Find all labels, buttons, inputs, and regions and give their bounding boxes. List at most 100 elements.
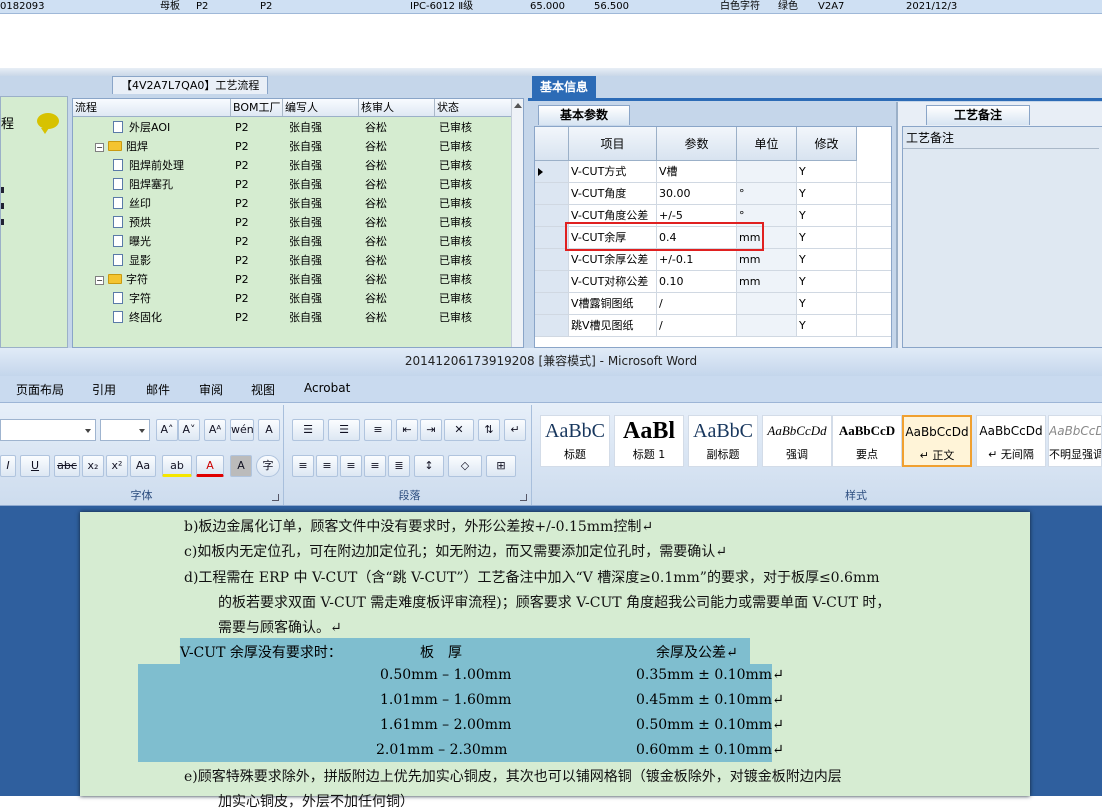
tab-view[interactable]: 视图 xyxy=(251,381,275,398)
highlight-button[interactable]: ab xyxy=(162,455,192,477)
tree-node[interactable]: 字符 xyxy=(113,289,151,308)
collapse-icon[interactable]: − xyxy=(95,276,104,285)
param-unit[interactable] xyxy=(737,315,797,337)
tree-node[interactable]: 终固化 xyxy=(113,308,162,327)
param-unit[interactable]: mm xyxy=(737,249,797,271)
tree-node[interactable]: 阻焊塞孔 xyxy=(113,175,173,194)
subscript-button[interactable]: x₂ xyxy=(82,455,104,477)
param-modify[interactable]: Y xyxy=(797,205,857,227)
param-row[interactable]: V-CUT余厚公差 +/-0.1 mm Y xyxy=(535,249,891,271)
shading-icon[interactable]: ◇ xyxy=(448,455,482,477)
remarks-body[interactable]: 工艺备注 xyxy=(902,126,1102,348)
distributed-icon[interactable]: ≣ xyxy=(388,455,410,477)
tree-row[interactable]: 曝光 P2 张自强 谷松 已审核 xyxy=(73,232,513,251)
tree-row[interactable]: 终固化 P2 张自强 谷松 已审核 xyxy=(73,308,513,327)
param-modify[interactable]: Y xyxy=(797,161,857,183)
tree-node[interactable]: 丝印 xyxy=(113,194,151,213)
row-header[interactable] xyxy=(535,293,569,315)
col-reviewer[interactable]: 核审人 xyxy=(359,99,435,116)
tree-row[interactable]: 外层AOI P2 张自强 谷松 已审核 xyxy=(73,118,513,137)
param-row[interactable]: 跳V槽见图纸 / Y xyxy=(535,315,891,337)
style-emphasis[interactable]: AaBbCcDd 强调 xyxy=(762,415,832,467)
row-header[interactable] xyxy=(535,271,569,293)
decrease-indent-icon[interactable]: ⇤ xyxy=(396,419,418,441)
param-modify[interactable]: Y xyxy=(797,315,857,337)
param-modify[interactable]: Y xyxy=(797,249,857,271)
col-unit[interactable]: 单位 xyxy=(737,127,797,161)
align-left-icon[interactable]: ≡ xyxy=(292,455,314,477)
param-value[interactable]: 30.00 xyxy=(657,183,737,205)
col-writer[interactable]: 编写人 xyxy=(283,99,359,116)
param-value[interactable]: +/-0.1 xyxy=(657,249,737,271)
sort-icon[interactable]: ⇅ xyxy=(478,419,500,441)
shrink-font-button[interactable]: A˅ xyxy=(178,419,200,441)
param-unit[interactable] xyxy=(737,161,797,183)
tree-row[interactable]: − 阻焊 P2 张自强 谷松 已审核 xyxy=(73,137,513,156)
param-row[interactable]: V-CUT对称公差 0.10 mm Y xyxy=(535,271,891,293)
style-title[interactable]: AaBbC 标题 xyxy=(540,415,610,467)
show-marks-icon[interactable]: ↵ xyxy=(504,419,526,441)
param-row[interactable]: V-CUT方式 V槽 Y xyxy=(535,161,891,183)
param-value[interactable]: / xyxy=(657,293,737,315)
tree-node[interactable]: 预烘 xyxy=(113,213,151,232)
enclose-char-button[interactable]: 字 xyxy=(256,455,280,477)
tree-row[interactable]: 显影 P2 张自强 谷松 已审核 xyxy=(73,251,513,270)
grow-font-button[interactable]: A˄ xyxy=(156,419,178,441)
row-header[interactable] xyxy=(535,227,569,249)
font-name-select[interactable] xyxy=(0,419,96,441)
numbering-icon[interactable]: ☰ xyxy=(328,419,360,441)
tree-row[interactable]: 丝印 P2 张自强 谷松 已审核 xyxy=(73,194,513,213)
tab-review[interactable]: 审阅 xyxy=(199,381,223,398)
row-header[interactable] xyxy=(535,161,569,183)
param-modify[interactable]: Y xyxy=(797,227,857,249)
param-unit[interactable]: mm xyxy=(737,271,797,293)
tree-row[interactable]: 阻焊前处理 P2 张自强 谷松 已审核 xyxy=(73,156,513,175)
chat-bubble-icon[interactable] xyxy=(37,113,59,134)
chinese-layout-icon[interactable]: ✕ xyxy=(444,419,474,441)
tree-node[interactable]: 阻焊前处理 xyxy=(113,156,184,175)
tree-scrollbar[interactable] xyxy=(511,99,523,347)
dialog-launcher-icon[interactable] xyxy=(520,494,527,501)
tree-node[interactable]: 曝光 xyxy=(113,232,151,251)
style-normal[interactable]: AaBbCcDd ↵ 正文 xyxy=(902,415,972,467)
italic-button[interactable]: I xyxy=(0,455,16,477)
param-unit[interactable] xyxy=(737,293,797,315)
param-modify[interactable]: Y xyxy=(797,271,857,293)
param-value[interactable]: 0.10 xyxy=(657,271,737,293)
tab-references[interactable]: 引用 xyxy=(92,381,116,398)
font-color-button[interactable]: A xyxy=(196,455,224,477)
tab-acrobat[interactable]: Acrobat xyxy=(304,381,350,395)
col-bom[interactable]: BOM工厂 xyxy=(231,99,283,116)
row-header[interactable] xyxy=(535,183,569,205)
param-modify[interactable]: Y xyxy=(797,293,857,315)
tree-node[interactable]: − 字符 xyxy=(95,270,148,289)
increase-indent-icon[interactable]: ⇥ xyxy=(420,419,442,441)
justify-icon[interactable]: ≡ xyxy=(364,455,386,477)
tab-basic-info[interactable]: 基本信息 xyxy=(532,76,596,98)
col-status[interactable]: 状态 xyxy=(435,99,513,116)
tree-node[interactable]: 外层AOI xyxy=(113,118,170,137)
tree-row[interactable]: − 字符 P2 张自强 谷松 已审核 xyxy=(73,270,513,289)
char-shading-button[interactable]: A xyxy=(230,455,252,477)
tree-row[interactable]: 阻焊塞孔 P2 张自强 谷松 已审核 xyxy=(73,175,513,194)
param-modify[interactable]: Y xyxy=(797,183,857,205)
col-param[interactable]: 参数 xyxy=(657,127,737,161)
tab-page-layout[interactable]: 页面布局 xyxy=(16,381,64,398)
clear-format-button[interactable]: Aᴬ xyxy=(204,419,226,441)
dialog-launcher-icon[interactable] xyxy=(272,494,279,501)
row-header[interactable] xyxy=(535,205,569,227)
style-strong[interactable]: AaBbCcD 要点 xyxy=(832,415,902,467)
param-row[interactable]: V-CUT角度 30.00 ° Y xyxy=(535,183,891,205)
style-no-spacing[interactable]: AaBbCcDd ↵ 无间隔 xyxy=(976,415,1046,467)
col-modify[interactable]: 修改 xyxy=(797,127,857,161)
style-heading1[interactable]: AaBl 标题 1 xyxy=(614,415,684,467)
change-case-button[interactable]: Aa xyxy=(130,455,156,477)
style-subtitle[interactable]: AaBbC 副标题 xyxy=(688,415,758,467)
param-row[interactable]: V槽露铜图纸 / Y xyxy=(535,293,891,315)
tree-row[interactable]: 预烘 P2 张自强 谷松 已审核 xyxy=(73,213,513,232)
superscript-button[interactable]: x² xyxy=(106,455,128,477)
align-center-icon[interactable]: ≡ xyxy=(316,455,338,477)
process-tab[interactable]: 【4V2A7L7QA0】工艺流程 xyxy=(112,76,269,94)
tab-mailings[interactable]: 邮件 xyxy=(146,381,170,398)
row-header[interactable] xyxy=(535,249,569,271)
